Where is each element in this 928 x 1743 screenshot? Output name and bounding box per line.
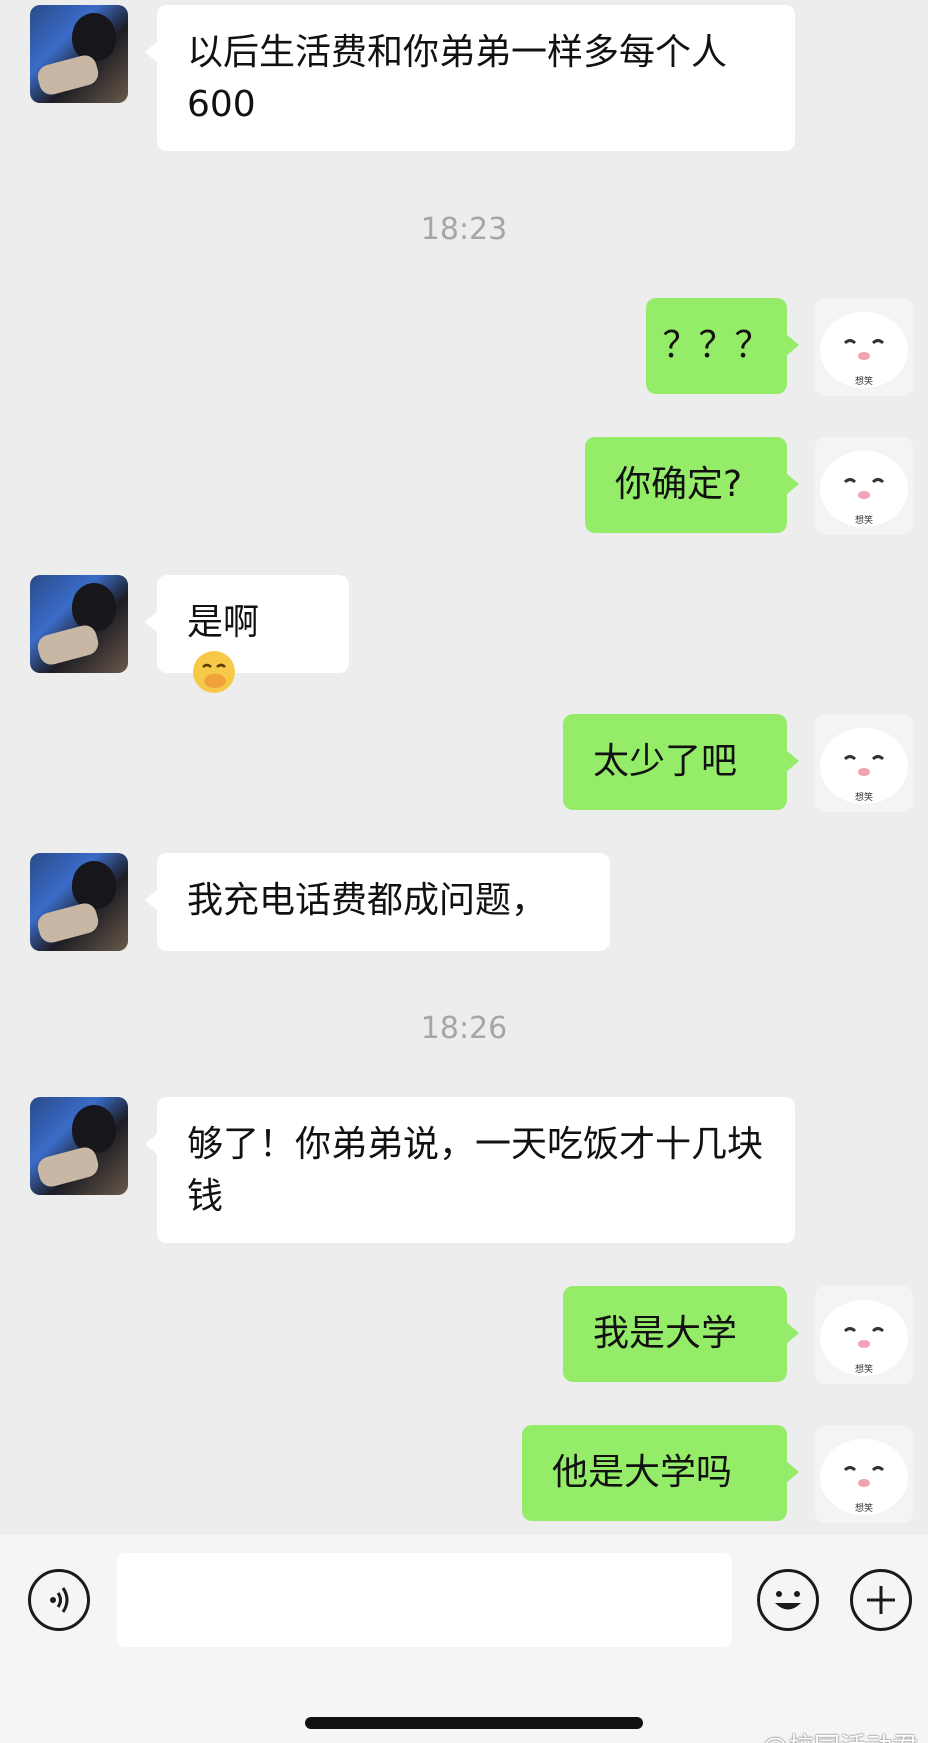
message-text: 是啊: [187, 602, 260, 643]
cat-face-icon: 想笑: [820, 728, 908, 804]
incoming-message-bubble[interactable]: 我充电话费都成问题，: [145, 853, 610, 951]
contact-avatar[interactable]: [30, 5, 128, 103]
message-text: 我是大学: [593, 1313, 738, 1354]
emoji-icon: [775, 1591, 801, 1610]
message-text: 我充电话费都成问题，: [187, 880, 548, 921]
message-text: 以后生活费和你弟弟一样多每个人600: [187, 32, 728, 125]
voice-button[interactable]: [28, 1569, 90, 1631]
timestamp: 18:26: [420, 1011, 508, 1046]
outgoing-message-bubble[interactable]: ？？？: [646, 298, 799, 394]
cat-face-icon: 想笑: [820, 312, 908, 388]
message-list[interactable]: 以后生活费和你弟弟一样多每个人600 18:23 ？？？ 想笑 你确定? 想笑 …: [0, 0, 928, 1535]
outgoing-message-bubble[interactable]: 你确定?: [585, 437, 799, 533]
sticker-caption: 想笑: [855, 514, 873, 526]
outgoing-message-bubble[interactable]: 他是大学吗: [522, 1425, 799, 1521]
cat-face-icon: 想笑: [820, 1300, 908, 1376]
more-button[interactable]: [850, 1569, 912, 1631]
message-text: 他是大学吗: [552, 1452, 733, 1493]
chat-screen: 以后生活费和你弟弟一样多每个人600 18:23 ？？？ 想笑 你确定? 想笑 …: [0, 0, 928, 1743]
user-avatar[interactable]: 想笑: [815, 437, 913, 535]
message-text: 太少了吧: [593, 741, 738, 782]
emoji-button[interactable]: [757, 1569, 819, 1631]
outgoing-message-bubble[interactable]: 太少了吧: [563, 714, 799, 810]
sticker-caption: 想笑: [855, 1502, 873, 1514]
user-avatar[interactable]: 想笑: [815, 1286, 913, 1384]
incoming-message-bubble[interactable]: 够了！你弟弟说，一天吃饭才十几块钱: [145, 1097, 795, 1243]
message-input[interactable]: [117, 1553, 732, 1647]
message-text: ？？？: [662, 325, 771, 366]
cat-face-icon: 想笑: [820, 451, 908, 527]
plus-icon: [867, 1586, 895, 1614]
input-bar: @校园活动君: [0, 1535, 928, 1743]
sticker-caption: 想笑: [855, 1363, 873, 1375]
contact-avatar[interactable]: [30, 1097, 128, 1195]
thinking-face-emoji: [193, 651, 235, 693]
contact-avatar[interactable]: [30, 575, 128, 673]
message-text: 够了！你弟弟说，一天吃饭才十几块钱: [187, 1124, 764, 1217]
cat-face-icon: 想笑: [820, 1439, 908, 1515]
home-indicator[interactable]: [305, 1717, 643, 1729]
message-text: 你确定?: [615, 464, 743, 505]
user-avatar[interactable]: 想笑: [815, 298, 913, 396]
incoming-message-bubble[interactable]: 是啊: [145, 575, 349, 693]
outgoing-message-bubble[interactable]: 我是大学: [563, 1286, 799, 1382]
sticker-caption: 想笑: [855, 375, 873, 387]
sticker-caption: 想笑: [855, 791, 873, 803]
user-avatar[interactable]: 想笑: [815, 714, 913, 812]
user-avatar[interactable]: 想笑: [815, 1425, 913, 1523]
watermark: @校园活动君: [762, 1727, 918, 1743]
timestamp: 18:23: [420, 212, 508, 247]
voice-icon: [50, 1587, 69, 1613]
contact-avatar[interactable]: [30, 853, 128, 951]
incoming-message-bubble[interactable]: 以后生活费和你弟弟一样多每个人600: [145, 5, 795, 151]
